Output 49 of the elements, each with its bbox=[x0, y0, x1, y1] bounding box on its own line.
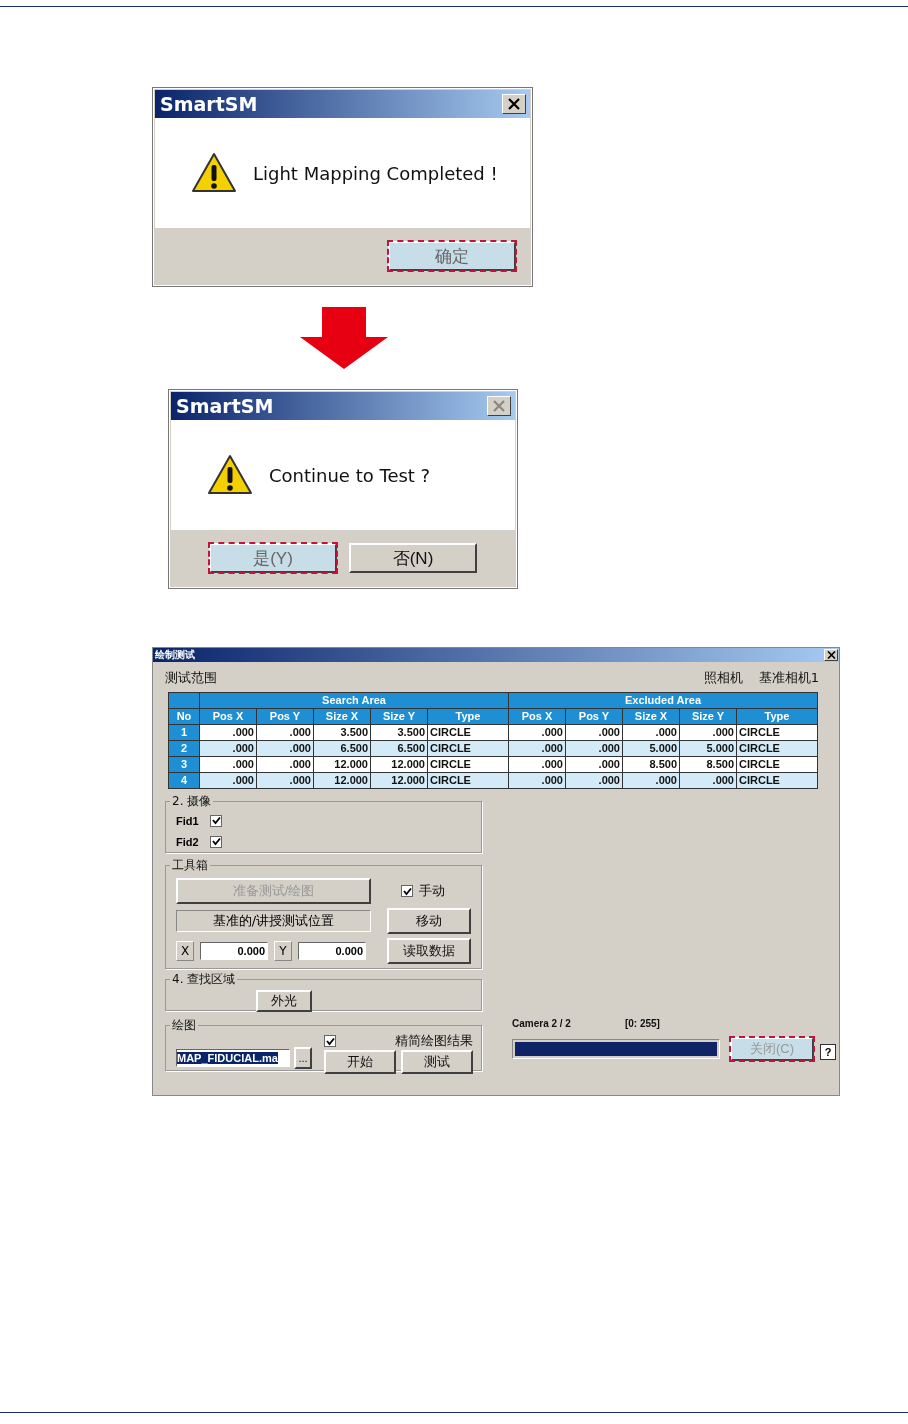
range-text: [0: 255] bbox=[624, 1018, 660, 1029]
window-title: SmartSM bbox=[176, 395, 274, 417]
checkbox-label: Fid2 bbox=[176, 835, 200, 848]
checkbox[interactable] bbox=[324, 1035, 336, 1047]
move-button[interactable]: 移动 bbox=[387, 908, 471, 934]
checkbox-label: 精简绘图结果 bbox=[395, 1032, 473, 1050]
message-text: Light Mapping Completed ! bbox=[253, 162, 498, 184]
checkbox-label: 手动 bbox=[419, 882, 445, 900]
group-title: 绘图 bbox=[171, 1017, 197, 1034]
camera-count: Camera 2 / 2 bbox=[512, 1018, 571, 1029]
checkbox-label: Fid1 bbox=[176, 814, 200, 827]
camera-name: 基准相机1 bbox=[758, 669, 819, 687]
down-arrow-icon bbox=[300, 307, 388, 369]
section-title: 测试范围 bbox=[165, 669, 217, 687]
x-field[interactable]: 0.000 bbox=[200, 942, 268, 960]
camera-label: 照相机 bbox=[703, 669, 743, 687]
y-field[interactable]: 0.000 bbox=[298, 942, 366, 960]
external-light-button[interactable]: 外光 bbox=[256, 990, 312, 1012]
browse-button[interactable]: ... bbox=[294, 1047, 312, 1069]
window-title: 绘制测试 bbox=[155, 648, 195, 662]
checkbox[interactable] bbox=[210, 814, 222, 827]
message-text: Continue to Test ? bbox=[269, 464, 431, 486]
group-title: 工具箱 bbox=[171, 857, 209, 874]
close-button[interactable] bbox=[824, 649, 838, 661]
column-group-header: Search Area bbox=[199, 692, 509, 709]
checkbox[interactable] bbox=[210, 835, 222, 848]
dialog-button[interactable]: 否(N) bbox=[349, 543, 477, 573]
group-title: 2. 摄像 bbox=[171, 793, 213, 810]
dialog-button[interactable]: 确定 bbox=[388, 241, 516, 271]
checkbox[interactable] bbox=[401, 885, 413, 897]
warning-icon bbox=[191, 152, 237, 194]
read-data-button[interactable]: 读取数据 bbox=[387, 938, 471, 964]
test-button[interactable]: 测试 bbox=[401, 1050, 473, 1074]
close-icon bbox=[507, 98, 521, 110]
close-button[interactable] bbox=[502, 94, 526, 114]
help-button[interactable]: ? bbox=[820, 1044, 836, 1060]
group-title: 4. 查找区域 bbox=[171, 971, 237, 988]
file-field[interactable]: MAP_FIDUCIAL.ma bbox=[176, 1049, 290, 1067]
column-group-header: Excluded Area bbox=[508, 692, 818, 709]
warning-icon bbox=[207, 454, 253, 496]
dialog-button[interactable]: 是(Y) bbox=[209, 543, 337, 573]
axis-label: X bbox=[176, 941, 194, 961]
close-icon bbox=[492, 400, 506, 412]
start-button[interactable]: 开始 bbox=[324, 1050, 396, 1074]
window-title: SmartSM bbox=[160, 93, 258, 115]
position-label: 基准的/讲授测试位置 bbox=[176, 910, 371, 932]
axis-label: Y bbox=[274, 941, 292, 961]
table-corner-cell bbox=[168, 692, 200, 709]
close-icon bbox=[826, 651, 836, 659]
